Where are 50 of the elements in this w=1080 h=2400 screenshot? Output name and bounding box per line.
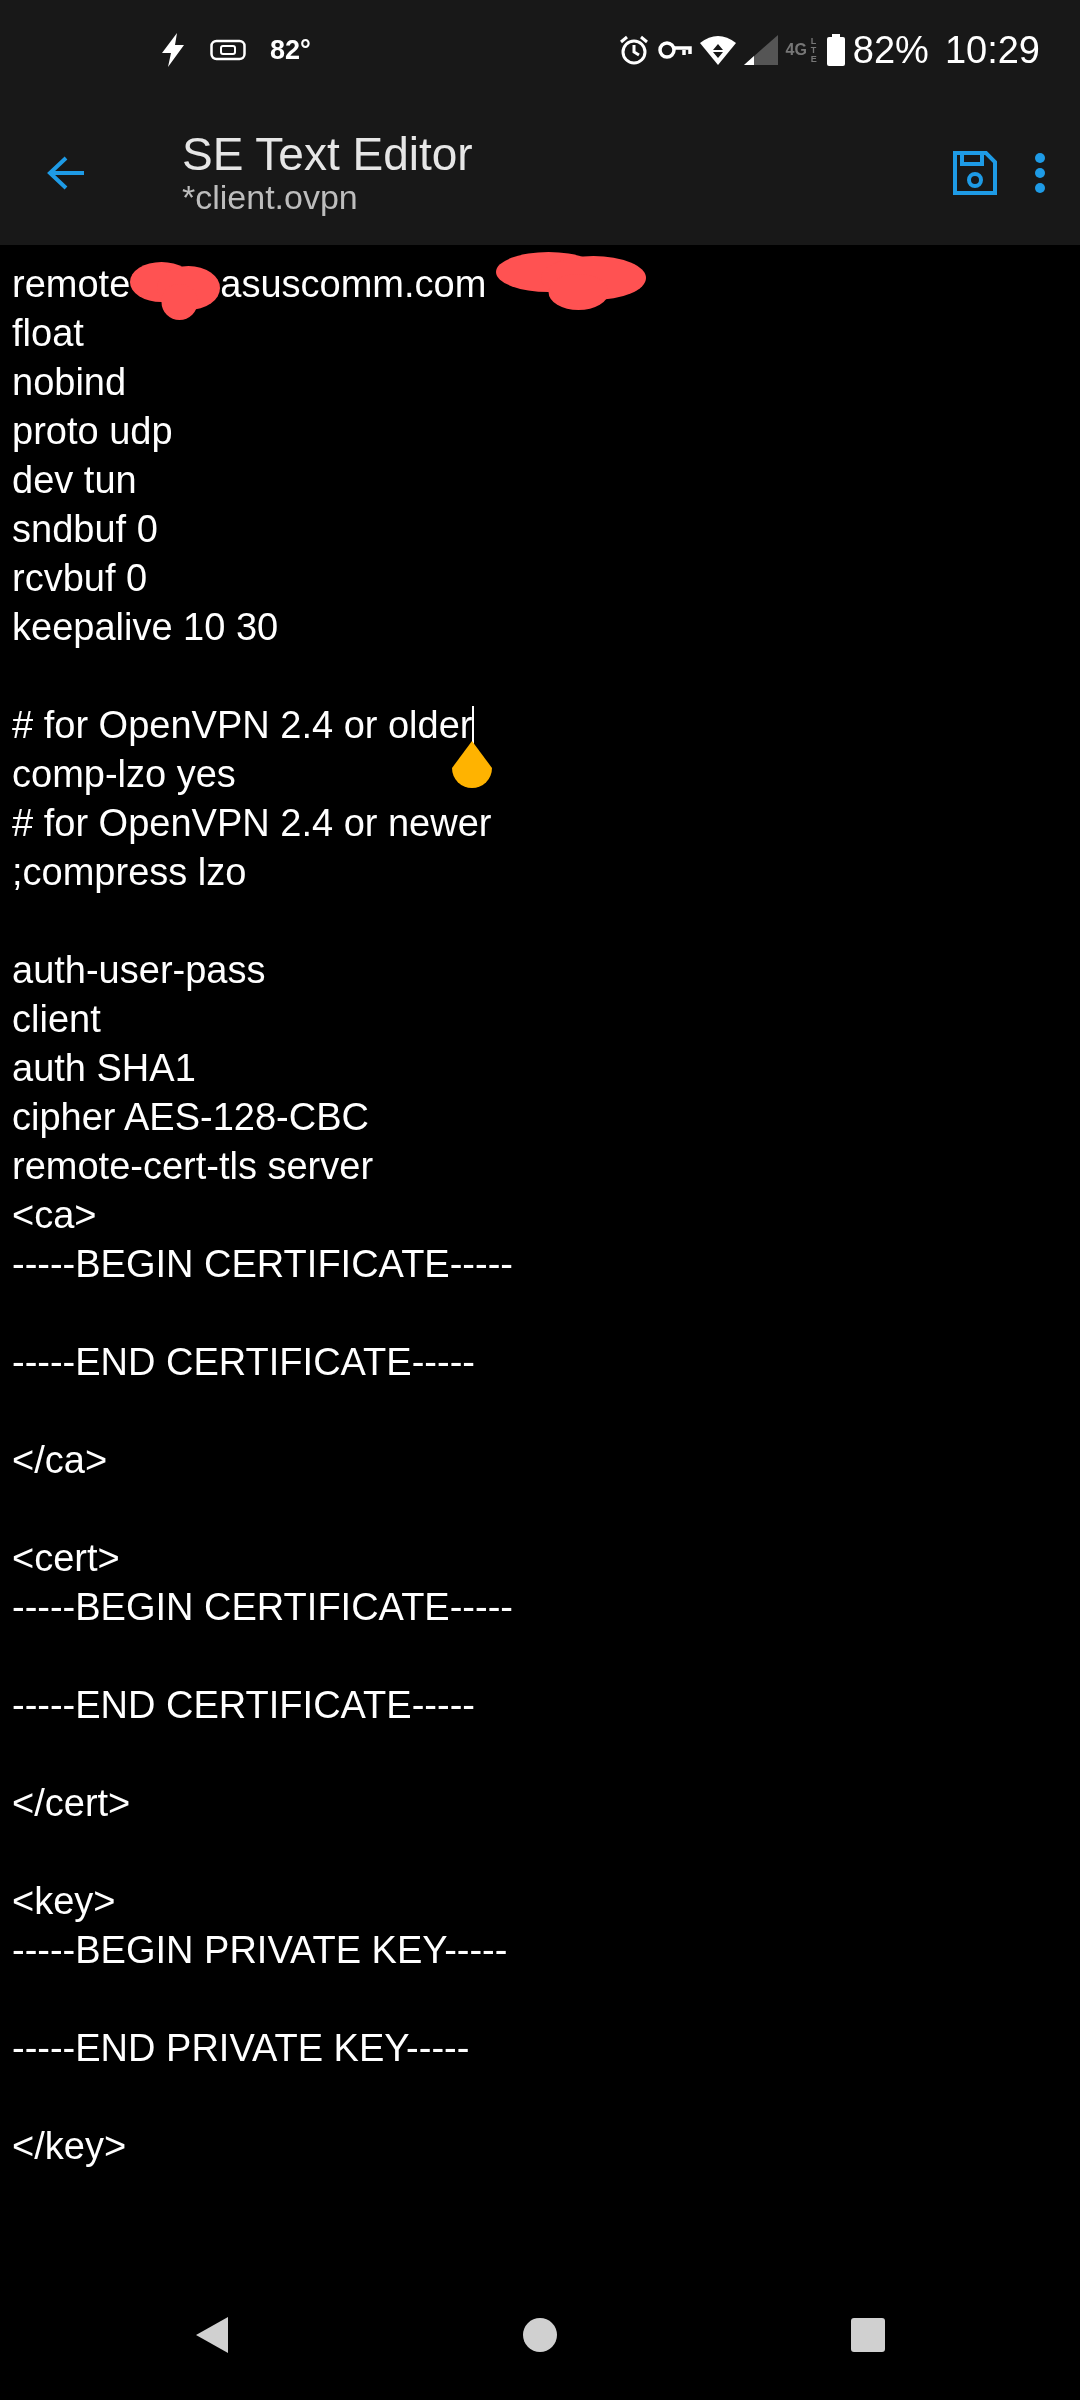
temperature-text: 82° — [270, 33, 311, 67]
battery-percent-text: 82% — [852, 27, 929, 73]
code-line: auth-user-pass — [12, 948, 266, 993]
code-line: -----END PRIVATE KEY----- — [12, 2026, 470, 2071]
code-line: <ca> — [12, 1193, 97, 1238]
code-line: </cert> — [12, 1781, 131, 1826]
app-title: SE Text Editor — [182, 128, 474, 180]
code-line: nobind — [12, 360, 127, 405]
clock-text: 10:29 — [944, 27, 1040, 73]
code-line: ;compress lzo — [12, 850, 247, 895]
wifi-icon — [699, 35, 736, 65]
alarm-icon — [617, 34, 650, 66]
code-line: -----END CERTIFICATE----- — [12, 1683, 475, 1728]
code-text: asuscomm.com — [220, 262, 487, 307]
battery-icon — [826, 34, 845, 66]
battery-saver-icon — [210, 39, 246, 61]
recents-square-icon — [850, 2317, 886, 2353]
network-type-text: 4G — [785, 42, 807, 58]
save-icon — [952, 149, 998, 196]
flash-icon — [160, 33, 186, 67]
back-triangle-icon — [194, 2315, 230, 2355]
code-line: sndbuf 0 — [12, 507, 158, 552]
file-name: *client.ovpn — [182, 179, 359, 217]
code-line: # for OpenVPN 2.4 or newer — [12, 801, 492, 846]
code-line: client — [12, 997, 101, 1042]
code-line: </ca> — [12, 1438, 108, 1483]
home-circle-icon — [522, 2317, 558, 2353]
code-line: -----BEGIN CERTIFICATE----- — [12, 1242, 513, 1287]
code-line: # for OpenVPN 2.4 or older — [12, 703, 473, 748]
code-line: float — [12, 311, 84, 356]
code-line: cipher AES-128-CBC — [12, 1095, 369, 1140]
code-line: -----BEGIN CERTIFICATE----- — [12, 1585, 513, 1630]
code-line: -----BEGIN PRIVATE KEY----- — [12, 1928, 508, 1973]
code-line: keepalive 10 30 — [12, 605, 279, 650]
code-line: auth SHA1 — [12, 1046, 196, 1091]
code-line: -----END CERTIFICATE----- — [12, 1340, 475, 1385]
more-icon — [1034, 151, 1046, 194]
code-line: remote-cert-tls server — [12, 1144, 374, 1189]
code-line: </key> — [12, 2124, 127, 2169]
key-icon — [657, 40, 692, 60]
code-text: remote — [12, 262, 131, 307]
code-line: <cert> — [12, 1536, 120, 1581]
code-line: proto udp — [12, 409, 173, 454]
code-line: <key> — [12, 1879, 116, 1924]
code-line: rcvbuf 0 — [12, 556, 148, 601]
signal-icon — [743, 35, 778, 65]
back-arrow-icon — [46, 154, 86, 191]
code-line: comp-lzo yes — [12, 752, 236, 797]
network-sub-text: LTE — [810, 36, 818, 64]
code-line: dev tun — [12, 458, 137, 503]
